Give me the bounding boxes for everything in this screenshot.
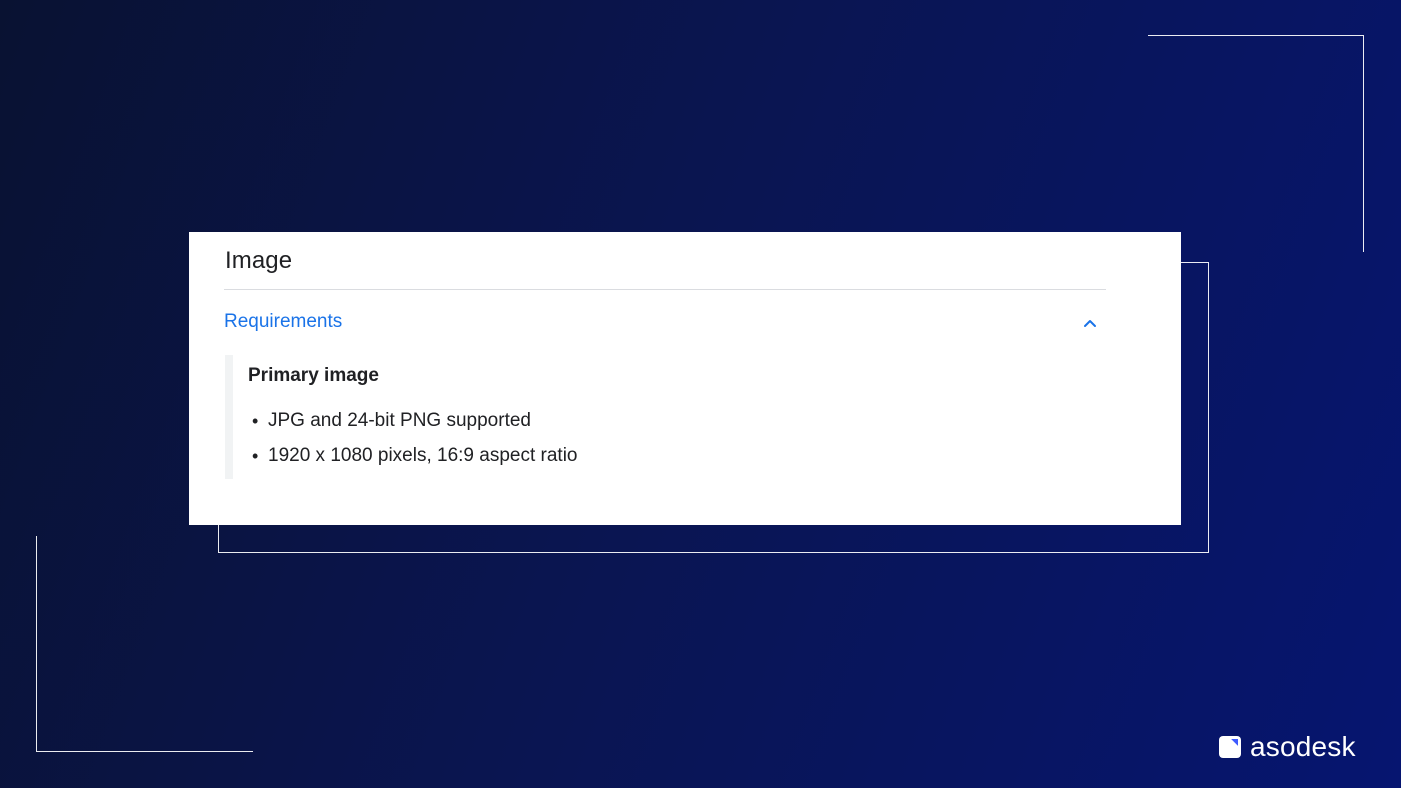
bullet-icon: •: [252, 411, 259, 431]
requirements-panel: Primary image • JPG and 24-bit PNG suppo…: [225, 355, 1105, 479]
requirements-accordion-label: Requirements: [224, 311, 343, 332]
list-item: • 1920 x 1080 pixels, 16:9 aspect ratio: [248, 445, 577, 467]
requirement-text: JPG and 24-bit PNG supported: [268, 410, 531, 431]
brand-name: asodesk: [1250, 731, 1356, 762]
image-requirements-card: Image Requirements Primary image • JPG a…: [189, 232, 1181, 525]
section-divider: [224, 289, 1106, 290]
requirements-accordion-toggle[interactable]: Requirements: [224, 305, 1106, 339]
decorative-corner-frame-bottom-left: [36, 536, 253, 752]
bullet-icon: •: [252, 446, 259, 466]
primary-image-heading: Primary image: [248, 365, 379, 386]
requirements-list: • JPG and 24-bit PNG supported • 1920 x …: [248, 410, 577, 480]
list-item: • JPG and 24-bit PNG supported: [248, 410, 577, 432]
section-title: Image: [225, 247, 293, 274]
chevron-up-icon[interactable]: [1082, 317, 1098, 329]
decorative-corner-frame-top-right: [1148, 35, 1364, 252]
asodesk-logo-icon: [1219, 735, 1241, 758]
requirement-text: 1920 x 1080 pixels, 16:9 aspect ratio: [268, 445, 578, 466]
brand-logo: asodesk: [1219, 731, 1356, 762]
presentation-slide: Image Requirements Primary image • JPG a…: [0, 0, 1401, 788]
card-content: Image Requirements Primary image • JPG a…: [224, 232, 1106, 525]
